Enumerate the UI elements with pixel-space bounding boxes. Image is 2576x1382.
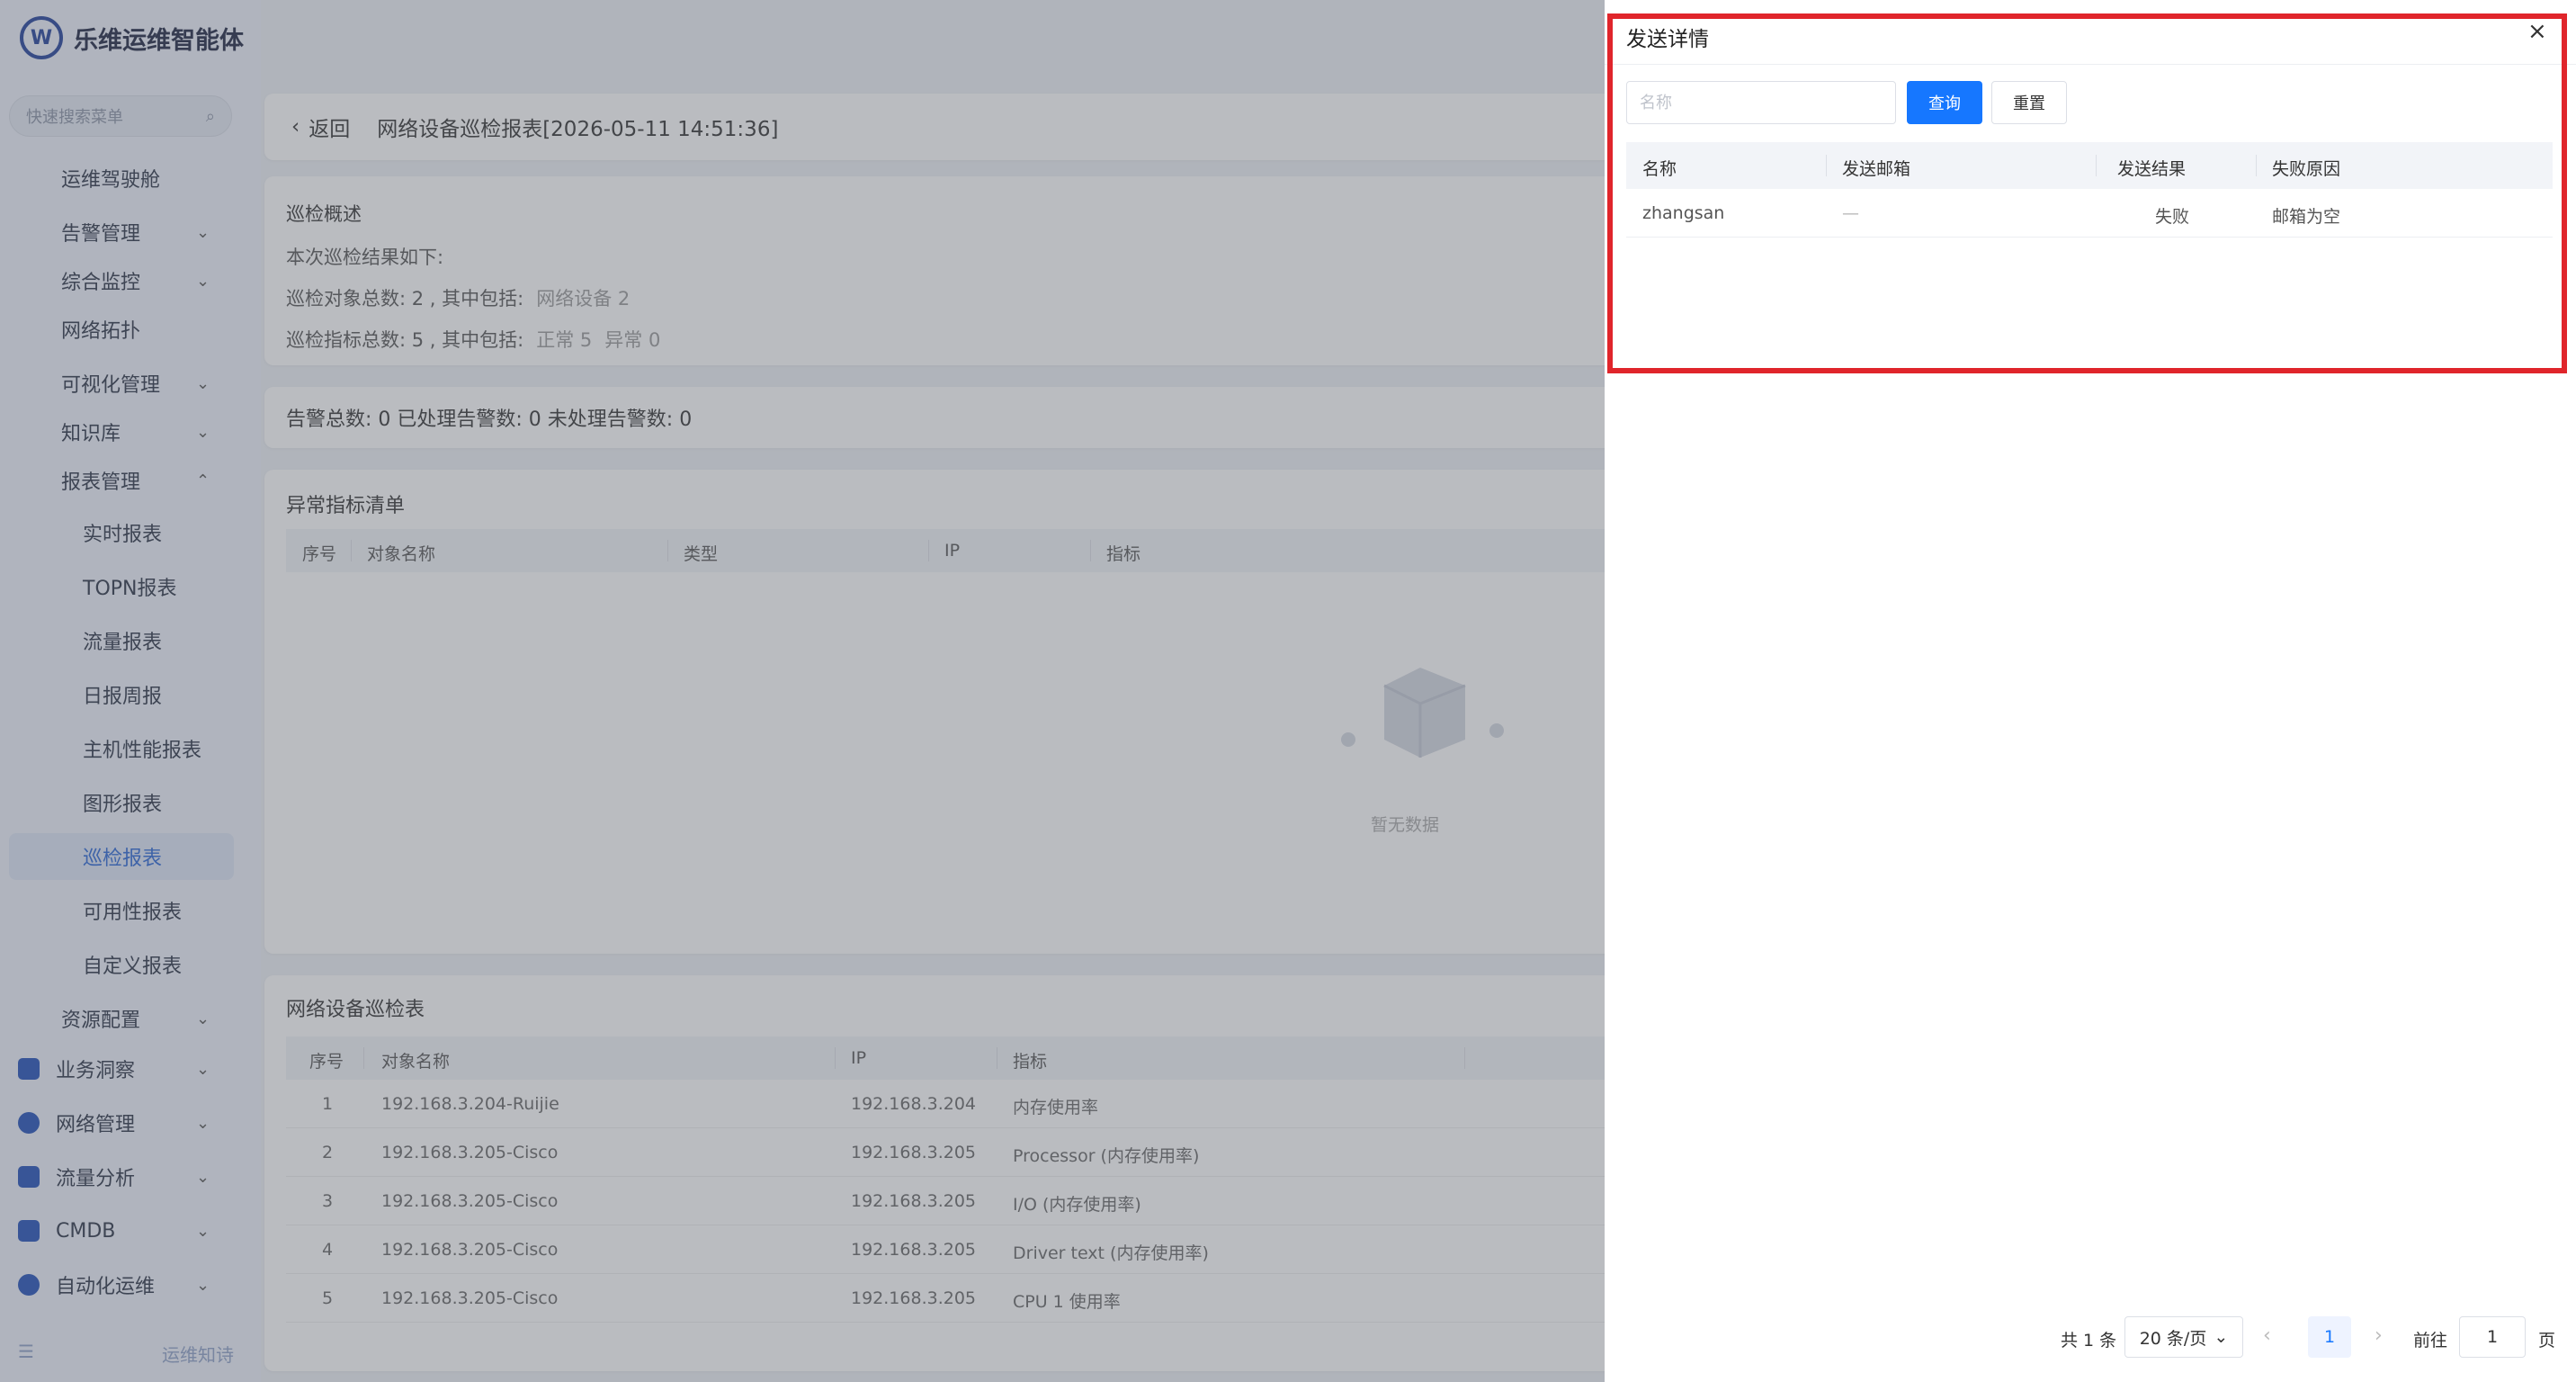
modal-overlay[interactable]	[0, 0, 1605, 1382]
reset-button[interactable]: 重置	[1991, 81, 2067, 124]
next-page-icon[interactable]: ›	[2375, 1324, 2383, 1366]
page-size-select[interactable]: 20 条/页 ⌄	[2124, 1316, 2243, 1358]
send-details-table-header: 名称 发送邮箱 发送结果 失败原因	[1626, 142, 2553, 189]
page-suffix-label: 页	[2538, 1331, 2556, 1351]
chevron-down-icon: ⌄	[2214, 1327, 2229, 1347]
name-search-input[interactable]	[1626, 81, 1896, 124]
goto-label: 前往	[2413, 1331, 2448, 1351]
page-number-current[interactable]: 1	[2308, 1316, 2351, 1358]
close-icon[interactable]: ×	[2527, 18, 2547, 45]
drawer-divider	[1605, 64, 2576, 65]
table-row[interactable]: zhangsan — 失败 邮箱为空	[1626, 189, 2553, 238]
drawer-title: 发送详情	[1626, 28, 1709, 51]
query-button[interactable]: 查询	[1907, 81, 1982, 124]
pagination-total: 共 1 条	[2061, 1331, 2117, 1351]
prev-page-icon[interactable]: ‹	[2263, 1324, 2271, 1366]
send-details-drawer: 发送详情 × 查询 重置 名称 发送邮箱 发送结果 失败原因 zhangsan …	[1605, 0, 2576, 1382]
goto-page-input[interactable]	[2459, 1316, 2526, 1358]
